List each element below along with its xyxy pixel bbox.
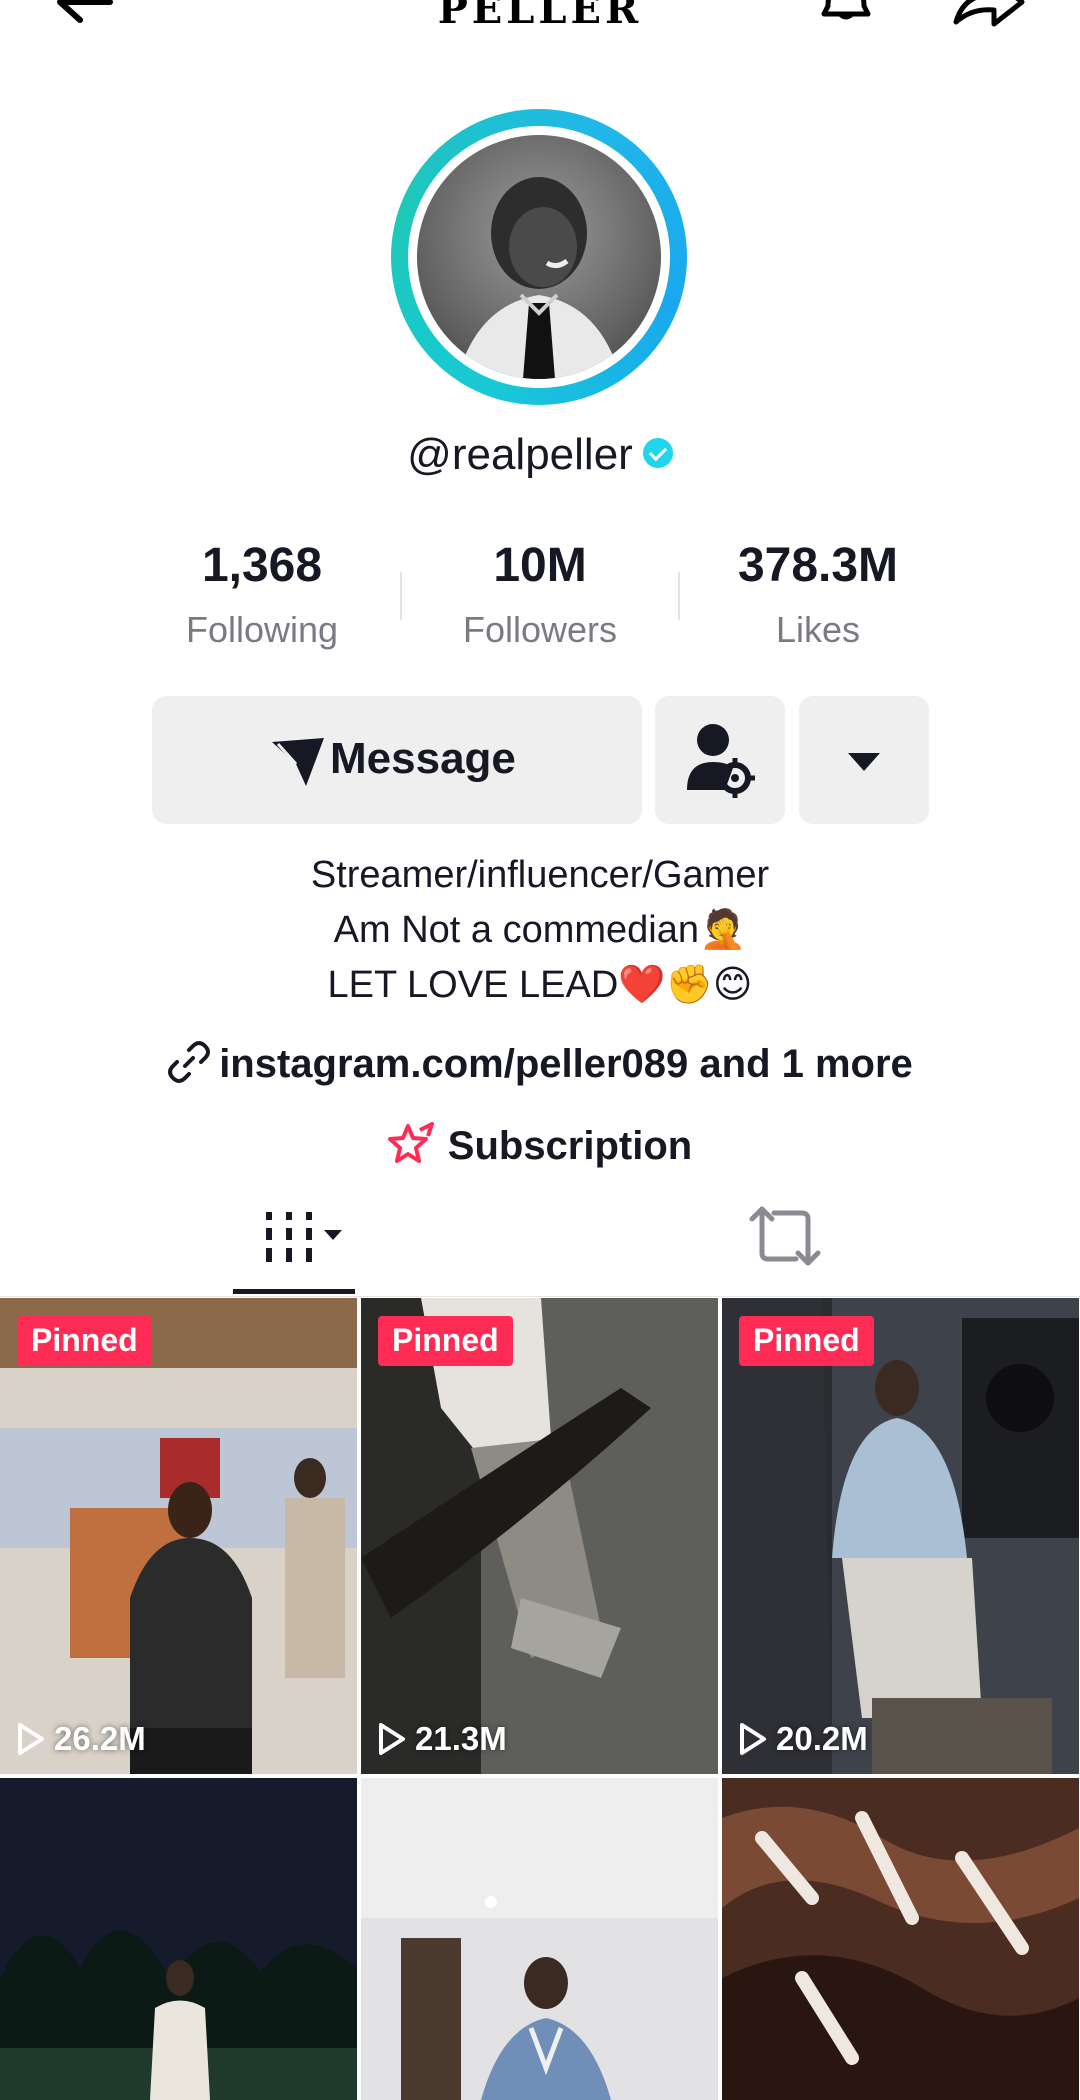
link-text: instagram.com/peller089 and 1 more <box>219 1042 913 1086</box>
subscription-star-icon <box>387 1122 434 1164</box>
avatar-inner-frame <box>408 126 670 388</box>
stat-label: Likes <box>775 609 861 650</box>
stat-divider <box>400 572 402 620</box>
bio-line-3: LET LOVE LEAD❤️✊😊 <box>327 964 753 1006</box>
bell-icon[interactable] <box>820 0 872 36</box>
thumbnail-image <box>722 1298 1079 1774</box>
repost-icon[interactable] <box>748 1203 822 1269</box>
tabs-divider <box>0 1296 1080 1297</box>
verified-badge-icon <box>642 438 673 469</box>
subscription-button[interactable]: Subscription <box>0 1122 1080 1170</box>
play-icon <box>740 1723 766 1755</box>
play-icon <box>18 1723 44 1755</box>
thumbnail-image <box>361 1778 718 2100</box>
stat-value: 1,368 <box>201 539 323 592</box>
play-icon <box>379 1723 405 1755</box>
bio-line-1: Streamer/influencer/Gamer <box>310 854 770 896</box>
view-count: 26.2M <box>16 1720 146 1758</box>
stat-value: 378.3M <box>737 539 899 592</box>
link-icon <box>168 1041 211 1084</box>
view-count: 21.3M <box>377 1720 507 1758</box>
view-count-text: 21.3M <box>415 1720 507 1757</box>
pinned-badge: Pinned <box>378 1316 513 1366</box>
video-thumbnail[interactable]: Pinned 26.2M <box>0 1298 357 1774</box>
caret-down-icon <box>848 753 880 771</box>
message-label: Message <box>330 734 516 783</box>
stat-divider <box>678 572 680 620</box>
pinned-badge: Pinned <box>17 1316 152 1366</box>
view-count-text: 20.2M <box>776 1720 868 1757</box>
username-text: @realpeller <box>407 430 633 479</box>
bio-link[interactable]: instagram.com/peller089 and 1 more <box>0 1041 1080 1088</box>
person-silhouette <box>457 177 621 379</box>
video-thumbnail[interactable] <box>0 1778 357 2100</box>
video-thumbnail[interactable]: Pinned 20.2M <box>722 1298 1079 1774</box>
view-count: 20.2M <box>738 1720 868 1758</box>
share-icon[interactable] <box>950 0 1026 30</box>
thumbnail-image <box>722 1778 1079 2100</box>
view-count-text: 26.2M <box>54 1720 146 1757</box>
avatar[interactable] <box>391 109 687 405</box>
grid-icon[interactable] <box>232 1200 358 1290</box>
username: @realpeller <box>0 430 1080 480</box>
send-icon <box>272 738 324 786</box>
video-thumbnail[interactable] <box>722 1778 1079 2100</box>
stat-label: Following <box>185 609 339 650</box>
active-tab-indicator <box>233 1289 355 1294</box>
avatar-photo <box>417 135 661 379</box>
add-friend-settings-button[interactable] <box>655 696 785 824</box>
stat-following[interactable]: 1,368 Following <box>127 538 397 651</box>
stat-value: 10M <box>493 539 587 592</box>
stat-followers[interactable]: 10M Followers <box>405 538 675 651</box>
message-button[interactable]: Message <box>152 696 642 824</box>
subscription-label: Subscription <box>447 1124 693 1168</box>
user-gear-icon <box>687 724 755 798</box>
video-thumbnail[interactable] <box>361 1778 718 2100</box>
profile-title: PELLER <box>437 0 643 33</box>
stat-label: Followers <box>462 609 618 650</box>
thumbnail-image <box>0 1298 357 1774</box>
thumbnail-image <box>361 1298 718 1774</box>
pinned-badge: Pinned <box>739 1316 874 1366</box>
thumbnail-image <box>0 1778 357 2100</box>
stat-likes[interactable]: 378.3M Likes <box>683 538 953 651</box>
more-options-button[interactable] <box>799 696 929 824</box>
top-bar: PELLER <box>0 0 1080 40</box>
bio-line-2: Am Not a commedian🤦 <box>333 909 747 951</box>
video-thumbnail[interactable]: Pinned 21.3M <box>361 1298 718 1774</box>
